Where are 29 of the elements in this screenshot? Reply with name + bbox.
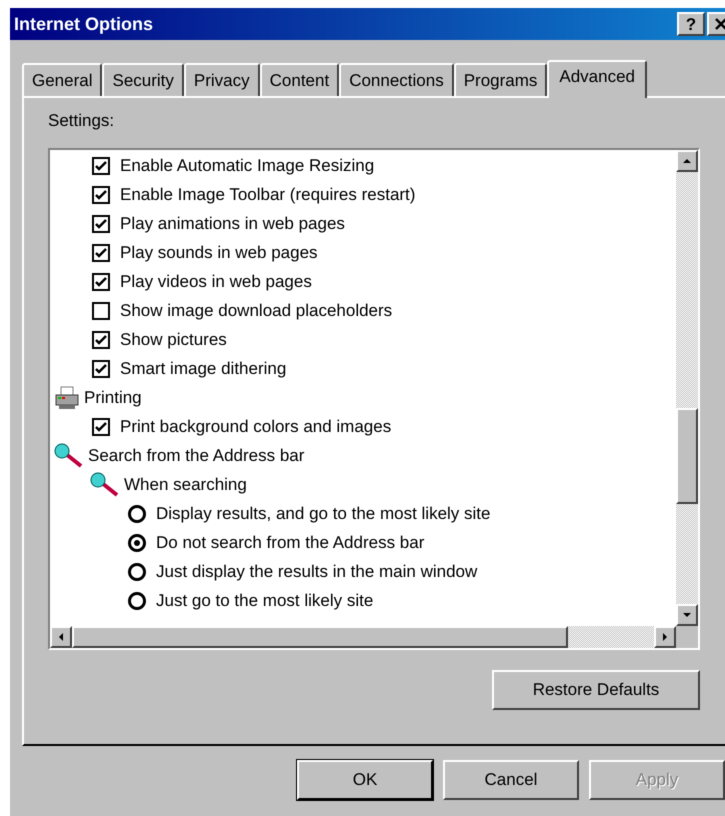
setting-label: Show image download placeholders	[120, 300, 392, 322]
window-title: Internet Options	[14, 12, 154, 36]
restore-defaults-button[interactable]: Restore Defaults	[492, 670, 700, 710]
setting-label: Show pictures	[120, 328, 227, 351]
setting-label: Enable Automatic Image Resizing	[120, 154, 374, 177]
tab[interactable]: Content	[260, 63, 340, 96]
setting-label: Just display the results in the main window	[156, 560, 478, 583]
setting-label: Do not search from the Address bar	[156, 532, 424, 554]
tab[interactable]: Advanced	[547, 60, 648, 98]
setting-label: Play animations in web pages	[120, 212, 345, 235]
help-button[interactable]: ?	[677, 12, 705, 36]
dialog-button[interactable]: Cancel	[443, 760, 579, 800]
setting-label: Just go to the most likely site	[156, 590, 374, 612]
setting-label: Display results, and go to the most likely site	[156, 502, 490, 525]
tab[interactable]: Connections	[339, 63, 454, 96]
setting-label: Print background colors and images	[120, 416, 392, 438]
setting-label: Play videos in web pages	[120, 270, 312, 293]
tab[interactable]: Security	[102, 63, 184, 96]
setting-label: Enable Image Toolbar (requires restart)	[120, 184, 416, 206]
setting-label: Play sounds in web pages	[120, 242, 318, 264]
category-label: When searching	[124, 474, 247, 496]
dialog-button[interactable]: OK	[297, 760, 433, 800]
setting-label: Smart image dithering	[120, 358, 286, 380]
category-label: Search from the Address bar	[88, 444, 304, 467]
tab[interactable]: Privacy	[184, 63, 260, 96]
tab[interactable]: General	[22, 63, 102, 96]
tab[interactable]: Programs	[454, 63, 548, 96]
category-label: Printing	[84, 386, 142, 409]
settings-label: Settings:	[48, 110, 116, 132]
